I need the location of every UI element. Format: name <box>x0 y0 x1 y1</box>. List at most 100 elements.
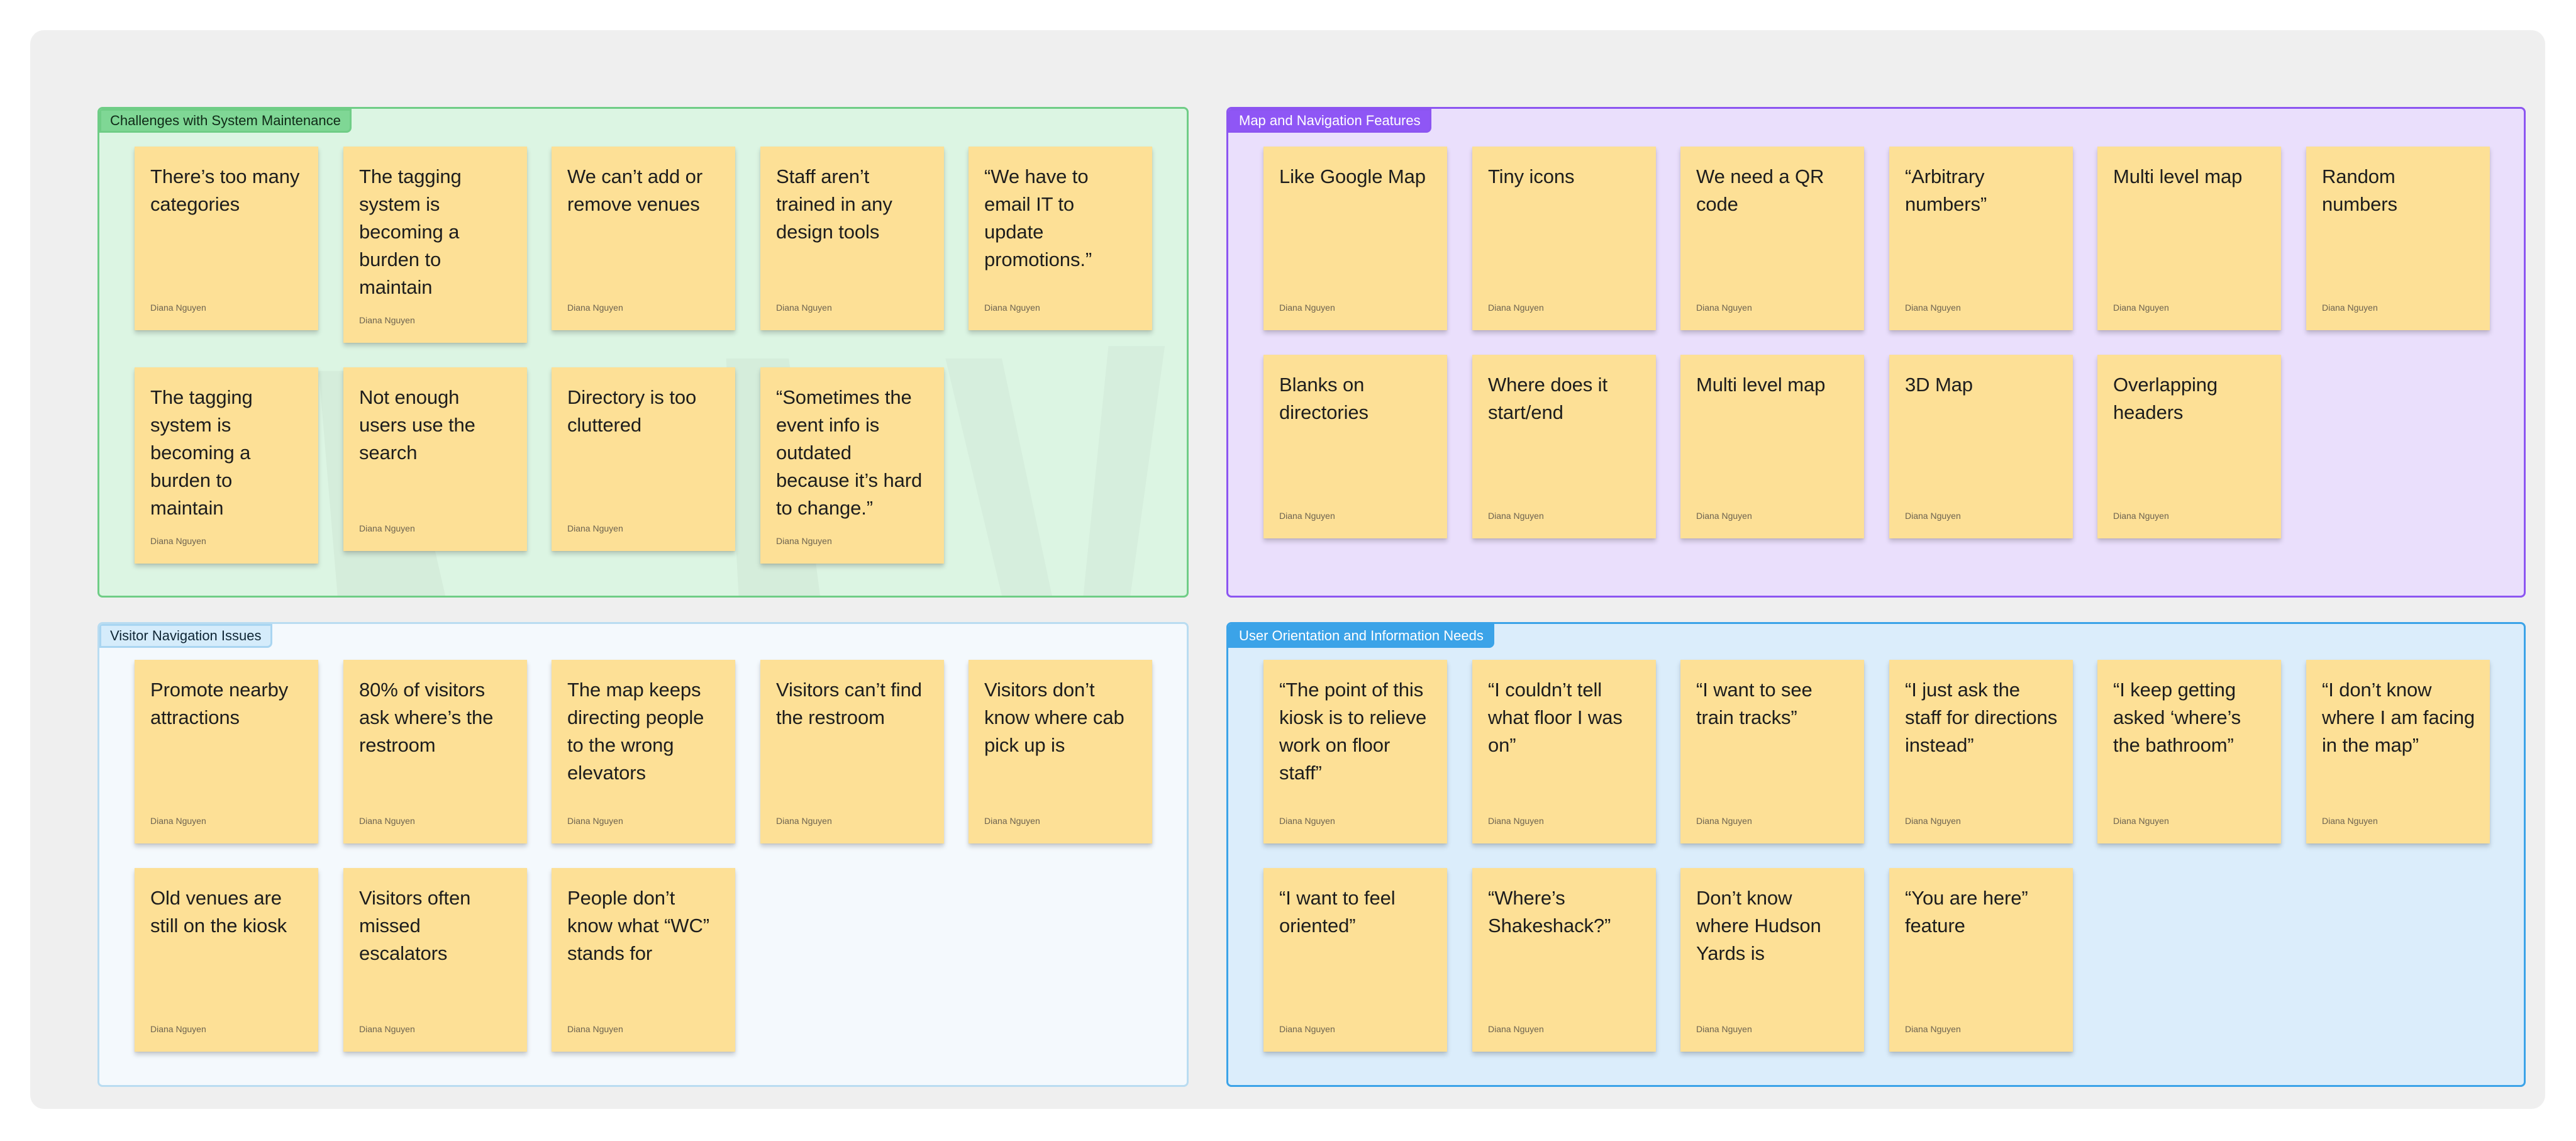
sticky-note-text: “I keep getting asked ‘where’s the bathr… <box>2113 679 2241 756</box>
sticky-note-author: Diana Nguyen <box>150 816 206 826</box>
sticky-note[interactable]: Don’t know where Hudson Yards is Diana N… <box>1680 868 1864 1052</box>
sticky-note[interactable]: 3D Map Diana Nguyen <box>1889 355 2073 538</box>
sticky-note-author: Diana Nguyen <box>1488 816 1544 826</box>
sticky-note-text: “I want to feel oriented” <box>1279 887 1396 937</box>
sticky-note[interactable]: We can’t add or remove venues Diana Nguy… <box>552 147 735 330</box>
section-challenges-system-maintenance[interactable]: Challenges with System Maintenance There… <box>97 107 1189 598</box>
sticky-note[interactable]: There’s too many categories Diana Nguyen <box>135 147 318 330</box>
sticky-note[interactable]: Tiny icons Diana Nguyen <box>1472 147 1656 330</box>
sticky-note-text: “Where’s Shakeshack?” <box>1488 887 1611 937</box>
sticky-note-author: Diana Nguyen <box>1279 303 1335 313</box>
sticky-note-author: Diana Nguyen <box>1905 1024 1961 1034</box>
sticky-note-text: Visitors often missed escalators <box>359 887 471 964</box>
sticky-note-author: Diana Nguyen <box>776 816 832 826</box>
sticky-note-text: Staff aren’t trained in any design tools <box>776 165 892 243</box>
section-user-orientation-information-needs[interactable]: User Orientation and Information Needs “… <box>1226 622 2526 1087</box>
sticky-note[interactable]: Not enough users use the search Diana Ng… <box>343 367 527 551</box>
sticky-note-text: “I couldn’t tell what floor I was on” <box>1488 679 1623 756</box>
sticky-note-text: There’s too many categories <box>150 165 300 215</box>
sticky-note-text: Tiny icons <box>1488 165 1575 187</box>
sticky-note-text: Don’t know where Hudson Yards is <box>1696 887 1821 964</box>
sticky-note[interactable]: Overlapping headers Diana Nguyen <box>2097 355 2281 538</box>
sticky-note-author: Diana Nguyen <box>150 1024 206 1034</box>
sticky-note-text: Overlapping headers <box>2113 374 2218 423</box>
sticky-note-author: Diana Nguyen <box>1488 511 1544 521</box>
sticky-note-text: Visitors can’t find the restroom <box>776 679 922 728</box>
sticky-note[interactable]: “I keep getting asked ‘where’s the bathr… <box>2097 660 2281 843</box>
section-label[interactable]: Visitor Navigation Issues <box>99 624 272 648</box>
sticky-note[interactable]: Visitors don’t know where cab pick up is… <box>969 660 1152 843</box>
sticky-note[interactable]: “You are here” feature Diana Nguyen <box>1889 868 2073 1052</box>
sticky-note[interactable]: “Arbitrary numbers” Diana Nguyen <box>1889 147 2073 330</box>
sticky-note-text: The tagging system is becoming a burden … <box>150 386 253 519</box>
sticky-note[interactable]: Where does it start/end Diana Nguyen <box>1472 355 1656 538</box>
sticky-note-author: Diana Nguyen <box>359 816 415 826</box>
sticky-note-text: “Arbitrary numbers” <box>1905 165 1987 215</box>
sticky-note-author: Diana Nguyen <box>1696 1024 1752 1034</box>
sticky-note-text: “I just ask the staff for directions ins… <box>1905 679 2058 756</box>
sticky-note-author: Diana Nguyen <box>2113 816 2169 826</box>
sticky-note[interactable]: Blanks on directories Diana Nguyen <box>1263 355 1447 538</box>
sticky-note[interactable]: Random numbers Diana Nguyen <box>2306 147 2490 330</box>
sticky-note-author: Diana Nguyen <box>567 303 623 313</box>
sticky-note-text: Multi level map <box>1696 374 1826 396</box>
sticky-note[interactable]: Visitors often missed escalators Diana N… <box>343 868 527 1052</box>
sticky-note-author: Diana Nguyen <box>1279 511 1335 521</box>
sticky-note-author: Diana Nguyen <box>1905 303 1961 313</box>
sticky-note-author: Diana Nguyen <box>150 303 206 313</box>
sticky-note-author: Diana Nguyen <box>567 523 623 533</box>
sticky-note[interactable]: Multi level map Diana Nguyen <box>1680 355 1864 538</box>
sticky-note[interactable]: “Sometimes the event info is outdated be… <box>760 367 944 564</box>
sticky-note-text: The tagging system is becoming a burden … <box>359 165 462 298</box>
sticky-note-text: “The point of this kiosk is to relieve w… <box>1279 679 1427 784</box>
sticky-note-text: Promote nearby attractions <box>150 679 289 728</box>
sticky-note[interactable]: Staff aren’t trained in any design tools… <box>760 147 944 330</box>
sticky-note-author: Diana Nguyen <box>984 303 1040 313</box>
sticky-note[interactable]: Old venues are still on the kiosk Diana … <box>135 868 318 1052</box>
sticky-note[interactable]: Like Google Map Diana Nguyen <box>1263 147 1447 330</box>
sticky-note-text: We can’t add or remove venues <box>567 165 703 215</box>
sticky-note-text: The map keeps directing people to the wr… <box>567 679 704 784</box>
sticky-note-author: Diana Nguyen <box>1279 816 1335 826</box>
sticky-note-author: Diana Nguyen <box>567 1024 623 1034</box>
sticky-note[interactable]: People don’t know what “WC” stands for D… <box>552 868 735 1052</box>
sticky-note[interactable]: Multi level map Diana Nguyen <box>2097 147 2281 330</box>
sticky-note-text: “You are here” feature <box>1905 887 2028 937</box>
sticky-note-author: Diana Nguyen <box>984 816 1040 826</box>
sticky-note-text: Blanks on directories <box>1279 374 1368 423</box>
whiteboard-canvas[interactable]: Challenges with System Maintenance There… <box>30 30 2545 1109</box>
sticky-note-author: Diana Nguyen <box>1696 303 1752 313</box>
sticky-note[interactable]: “Where’s Shakeshack?” Diana Nguyen <box>1472 868 1656 1052</box>
sticky-note[interactable]: The tagging system is becoming a burden … <box>135 367 318 564</box>
section-visitor-navigation-issues[interactable]: Visitor Navigation Issues Promote nearby… <box>97 622 1189 1087</box>
sticky-note-text: Old venues are still on the kiosk <box>150 887 287 937</box>
sticky-note-author: Diana Nguyen <box>567 816 623 826</box>
sticky-note[interactable]: “We have to email IT to update promotion… <box>969 147 1152 330</box>
sticky-note-text: “I want to see train tracks” <box>1696 679 1813 728</box>
sticky-note-text: 3D Map <box>1905 374 1973 396</box>
sticky-note[interactable]: “The point of this kiosk is to relieve w… <box>1263 660 1447 843</box>
sticky-note-author: Diana Nguyen <box>1279 1024 1335 1034</box>
sticky-note[interactable]: The tagging system is becoming a burden … <box>343 147 527 343</box>
sticky-note[interactable]: 80% of visitors ask where’s the restroom… <box>343 660 527 843</box>
sticky-note[interactable]: “I don’t know where I am facing in the m… <box>2306 660 2490 843</box>
sticky-note-text: Random numbers <box>2322 165 2397 215</box>
section-label[interactable]: Map and Navigation Features <box>1228 109 1431 133</box>
section-map-navigation-features[interactable]: Map and Navigation Features Like Google … <box>1226 107 2526 598</box>
sticky-note[interactable]: “I couldn’t tell what floor I was on” Di… <box>1472 660 1656 843</box>
sticky-note[interactable]: The map keeps directing people to the wr… <box>552 660 735 843</box>
sticky-note[interactable]: Directory is too cluttered Diana Nguyen <box>552 367 735 551</box>
sticky-note[interactable]: “I want to see train tracks” Diana Nguye… <box>1680 660 1864 843</box>
sticky-note[interactable]: “I want to feel oriented” Diana Nguyen <box>1263 868 1447 1052</box>
sticky-note[interactable]: Visitors can’t find the restroom Diana N… <box>760 660 944 843</box>
sticky-note[interactable]: Promote nearby attractions Diana Nguyen <box>135 660 318 843</box>
sticky-note-text: Multi level map <box>2113 165 2243 187</box>
sticky-note[interactable]: “I just ask the staff for directions ins… <box>1889 660 2073 843</box>
sticky-note[interactable]: We need a QR code Diana Nguyen <box>1680 147 1864 330</box>
sticky-note-author: Diana Nguyen <box>2322 303 2378 313</box>
sticky-note-text: People don’t know what “WC” stands for <box>567 887 709 964</box>
section-label[interactable]: User Orientation and Information Needs <box>1228 624 1494 648</box>
sticky-note-author: Diana Nguyen <box>1488 1024 1544 1034</box>
section-label[interactable]: Challenges with System Maintenance <box>99 109 352 133</box>
sticky-note-author: Diana Nguyen <box>2113 303 2169 313</box>
